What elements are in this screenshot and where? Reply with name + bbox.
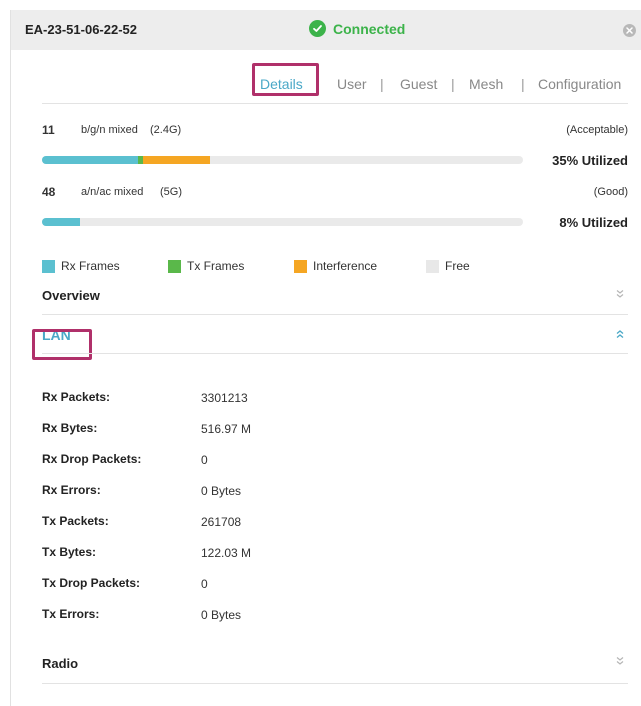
stat-label: Rx Bytes: [42, 421, 98, 435]
rx-frames-segment [42, 218, 81, 226]
details-tab-highlight [252, 63, 319, 96]
device-name: EA-23-51-06-22-52 [25, 22, 138, 37]
stat-label: Rx Drop Packets: [42, 452, 142, 466]
radio-divider [42, 683, 628, 684]
tab-user[interactable]: User [337, 76, 367, 92]
status-text: Connected [333, 20, 406, 37]
chevron-double-down-icon[interactable] [614, 655, 626, 667]
radio-mode: b/g/n mixed [81, 124, 138, 136]
stat-value: 0 Bytes [201, 608, 242, 622]
utilization-bar-2g [42, 156, 523, 164]
channel-quality: (Good) [593, 186, 628, 198]
close-icon[interactable] [623, 24, 636, 37]
stat-value: 0 [201, 453, 208, 467]
stat-label: Tx Packets: [42, 514, 109, 528]
channel-number: 48 [42, 185, 56, 199]
legend-rx-frames: Rx Frames [42, 259, 120, 273]
lan-highlight [32, 329, 92, 360]
stat-row: Tx Packets: 261708 [42, 514, 602, 534]
channel-quality: (Acceptable) [566, 124, 628, 136]
legend-swatch [42, 259, 55, 273]
stat-label: Rx Packets: [42, 390, 111, 404]
tab-separator: | [521, 76, 525, 92]
stat-value: 261708 [201, 515, 242, 529]
stat-row: Tx Errors: 0 Bytes [42, 607, 602, 627]
stat-row: Tx Drop Packets: 0 [42, 576, 602, 596]
stat-label: Rx Errors: [42, 483, 101, 497]
utilization-legend: Rx Frames Tx Frames Interference Free [42, 259, 602, 275]
channel-number: 11 [42, 123, 55, 137]
stat-value: 516.97 M [201, 422, 252, 436]
legend-free: Free [426, 259, 470, 273]
legend-interference: Interference [294, 259, 377, 273]
utilization-bar-5g [42, 218, 523, 226]
overview-divider [42, 314, 628, 315]
legend-swatch [168, 259, 181, 273]
radio-section-header[interactable]: Radio [42, 656, 78, 671]
tab-guest[interactable]: Guest [400, 76, 437, 92]
rx-frames-segment [42, 156, 139, 164]
stat-row: Rx Bytes: 516.97 M [42, 421, 602, 441]
panel-header: EA-23-51-06-22-52 Connected [11, 10, 641, 50]
legend-swatch [294, 259, 307, 273]
tab-mesh[interactable]: Mesh [469, 76, 503, 92]
radio-band: (5G) [160, 186, 182, 198]
legend-label: Free [445, 259, 470, 273]
legend-swatch [426, 259, 439, 273]
stat-value: 0 Bytes [201, 484, 242, 498]
tab-separator: | [451, 76, 455, 92]
radio-mode: a/n/ac mixed [81, 186, 144, 198]
lan-divider [42, 353, 628, 354]
utilization-text-2g: 35% Utilized [552, 153, 628, 168]
chevron-double-up-icon[interactable] [614, 328, 626, 340]
chevron-double-down-icon[interactable] [614, 288, 626, 300]
legend-label: Rx Frames [61, 259, 120, 273]
legend-tx-frames: Tx Frames [168, 259, 244, 273]
stat-row: Rx Packets: 3301213 [42, 390, 602, 410]
stat-label: Tx Errors: [42, 607, 100, 621]
stat-value: 122.03 M [201, 546, 252, 560]
stat-row: Rx Drop Packets: 0 [42, 452, 602, 472]
stat-label: Tx Bytes: [42, 545, 97, 559]
check-circle-icon [309, 20, 326, 37]
utilization-text-5g: 8% Utilized [559, 215, 628, 230]
tab-configuration[interactable]: Configuration [538, 76, 621, 92]
stat-label: Tx Drop Packets: [42, 576, 141, 590]
overview-section-header[interactable]: Overview [42, 288, 100, 303]
tab-bar: Details User | Guest | Mesh | Configurat… [11, 76, 641, 96]
tabs-divider [42, 103, 628, 104]
tab-separator: | [380, 76, 384, 92]
interference-segment [143, 156, 211, 164]
stat-row: Tx Bytes: 122.03 M [42, 545, 602, 565]
legend-label: Tx Frames [187, 259, 245, 273]
stat-value: 0 [201, 577, 208, 591]
radio-band: (2.4G) [150, 124, 182, 136]
connection-status: Connected [309, 20, 405, 37]
legend-label: Interference [313, 259, 378, 273]
device-details-panel: EA-23-51-06-22-52 Connected Details User… [10, 10, 641, 706]
stat-row: Rx Errors: 0 Bytes [42, 483, 602, 503]
stat-value: 3301213 [201, 391, 248, 405]
